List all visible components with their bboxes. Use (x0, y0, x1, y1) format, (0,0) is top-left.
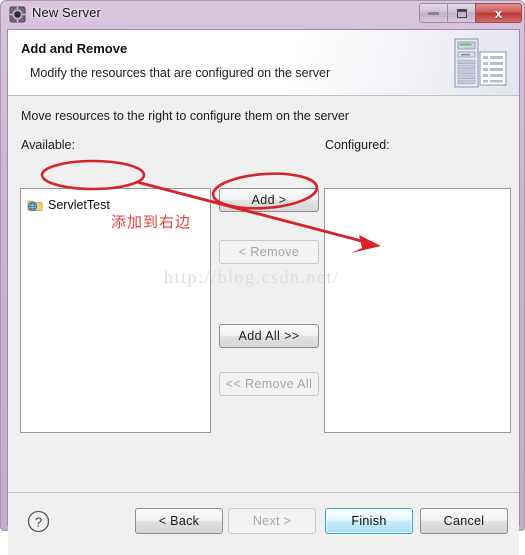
restore-icon (456, 8, 467, 18)
title-bar[interactable]: New Server x (1, 1, 525, 29)
minimize-button[interactable] (419, 3, 448, 23)
server-and-document-icon (454, 38, 507, 88)
available-label: Available: (21, 138, 75, 152)
watermark-text: http://blog.csdn.net/ (164, 267, 340, 287)
list-item-label: ServletTest (48, 198, 110, 212)
svg-text:?: ? (35, 514, 42, 529)
close-button[interactable]: x (475, 3, 522, 23)
wizard-header: Add and Remove Modify the resources that… (8, 30, 519, 96)
restore-button[interactable] (447, 3, 476, 23)
back-button[interactable]: < Back (135, 508, 223, 534)
add-all-button[interactable]: Add All >> (219, 324, 319, 348)
add-button[interactable]: Add > (219, 188, 319, 212)
close-icon: x (494, 5, 503, 21)
configured-list[interactable] (324, 188, 511, 433)
remove-all-button: << Remove All (219, 372, 319, 396)
window-controls: x (419, 3, 522, 24)
configured-label: Configured: (325, 138, 390, 152)
annotation-note: 添加到右边 (111, 213, 192, 231)
page-title: Add and Remove (21, 41, 128, 56)
page-subtitle: Modify the resources that are configured… (30, 66, 331, 80)
minimize-icon (428, 11, 439, 15)
cancel-button[interactable]: Cancel (420, 508, 508, 534)
finish-button[interactable]: Finish (325, 508, 413, 534)
next-button: Next > (228, 508, 316, 534)
help-icon[interactable]: ? (27, 510, 50, 533)
list-item[interactable]: ServletTest (27, 197, 110, 213)
server-gear-icon (9, 6, 26, 23)
remove-button: < Remove (219, 240, 319, 264)
window-title: New Server (32, 5, 101, 20)
instruction-text: Move resources to the right to configure… (21, 109, 349, 123)
dialog-window: New Server x Add and Remove Modify the r… (0, 0, 525, 555)
wizard-body: Move resources to the right to configure… (8, 96, 519, 492)
dialog-footer: ? < Back Next > Finish Cancel (8, 492, 519, 555)
web-project-icon (27, 200, 43, 211)
